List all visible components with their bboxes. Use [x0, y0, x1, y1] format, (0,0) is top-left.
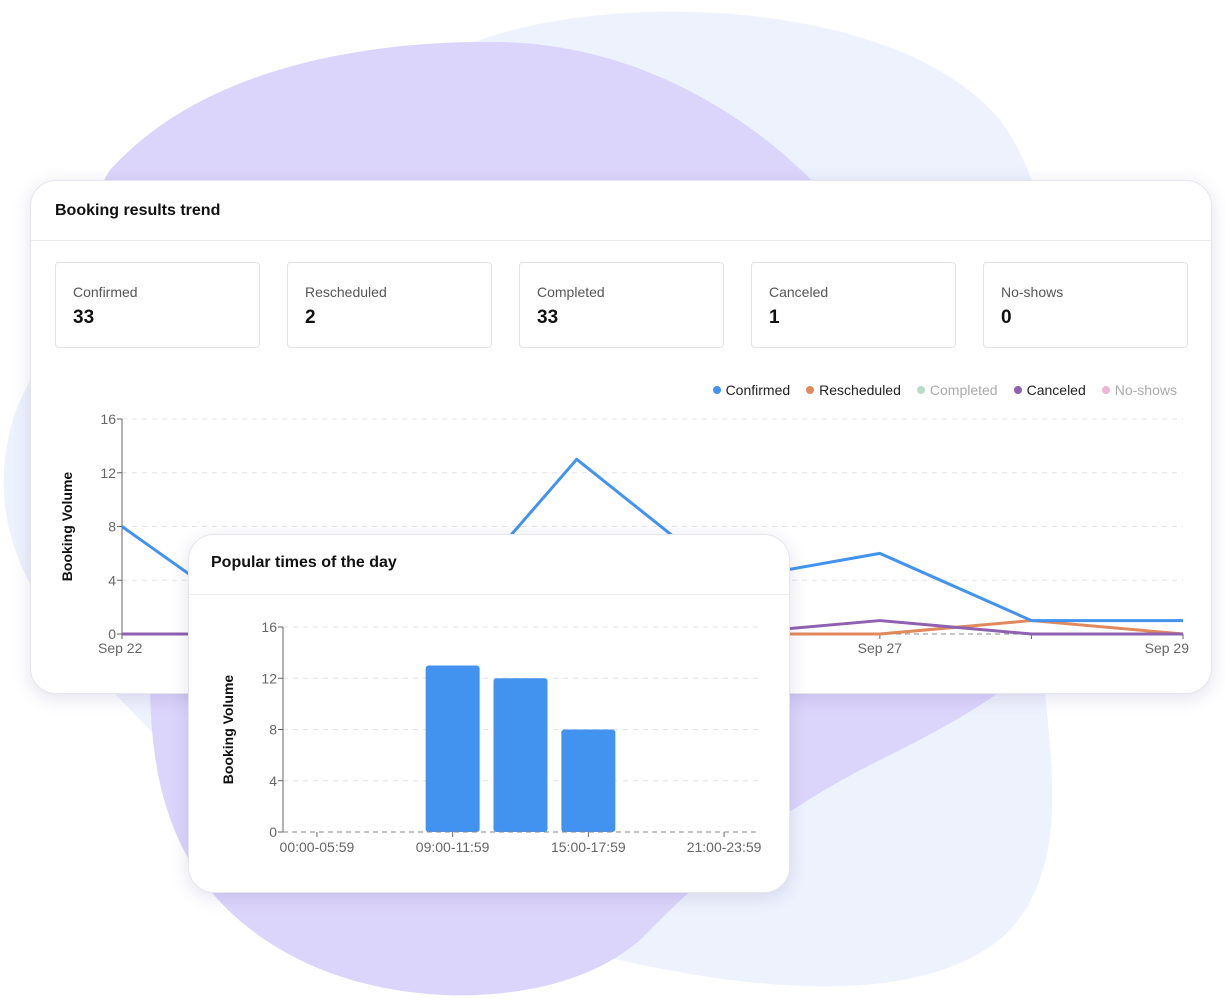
y-tick-label: 12	[100, 465, 116, 481]
y-tick-label: 16	[261, 619, 277, 635]
x-tick-label: Sep 27	[858, 640, 903, 656]
y-tick-label: 16	[100, 411, 116, 427]
popular-times-card: Popular times of the day 0 4 8 12 16 Booking …	[188, 534, 790, 893]
bar	[561, 729, 616, 832]
y-axis-label: Booking Volume	[59, 472, 75, 582]
popular-times-bar-chart: 0 4 8 12 16 Booking Volume 00:00-05:59 09:00-11…	[220, 619, 762, 855]
x-tick-label: Sep 22	[98, 640, 143, 656]
y-tick-label: 8	[269, 722, 277, 738]
y-tick-label: 0	[269, 824, 277, 840]
x-tick-label: 15:00-17:59	[551, 839, 626, 855]
x-tick-label: Sep 29	[1145, 640, 1190, 656]
y-tick-label: 4	[269, 773, 277, 789]
x-tick-label: 00:00-05:59	[280, 839, 355, 855]
y-axis-label: Booking Volume	[220, 675, 236, 785]
y-tick-label: 12	[261, 670, 277, 686]
y-tick-label: 4	[108, 572, 116, 588]
bar	[493, 678, 548, 832]
bar	[425, 665, 480, 832]
x-tick-label: 21:00-23:59	[687, 839, 762, 855]
y-tick-label: 8	[108, 519, 116, 535]
x-tick-label: 09:00-11:59	[416, 839, 490, 855]
